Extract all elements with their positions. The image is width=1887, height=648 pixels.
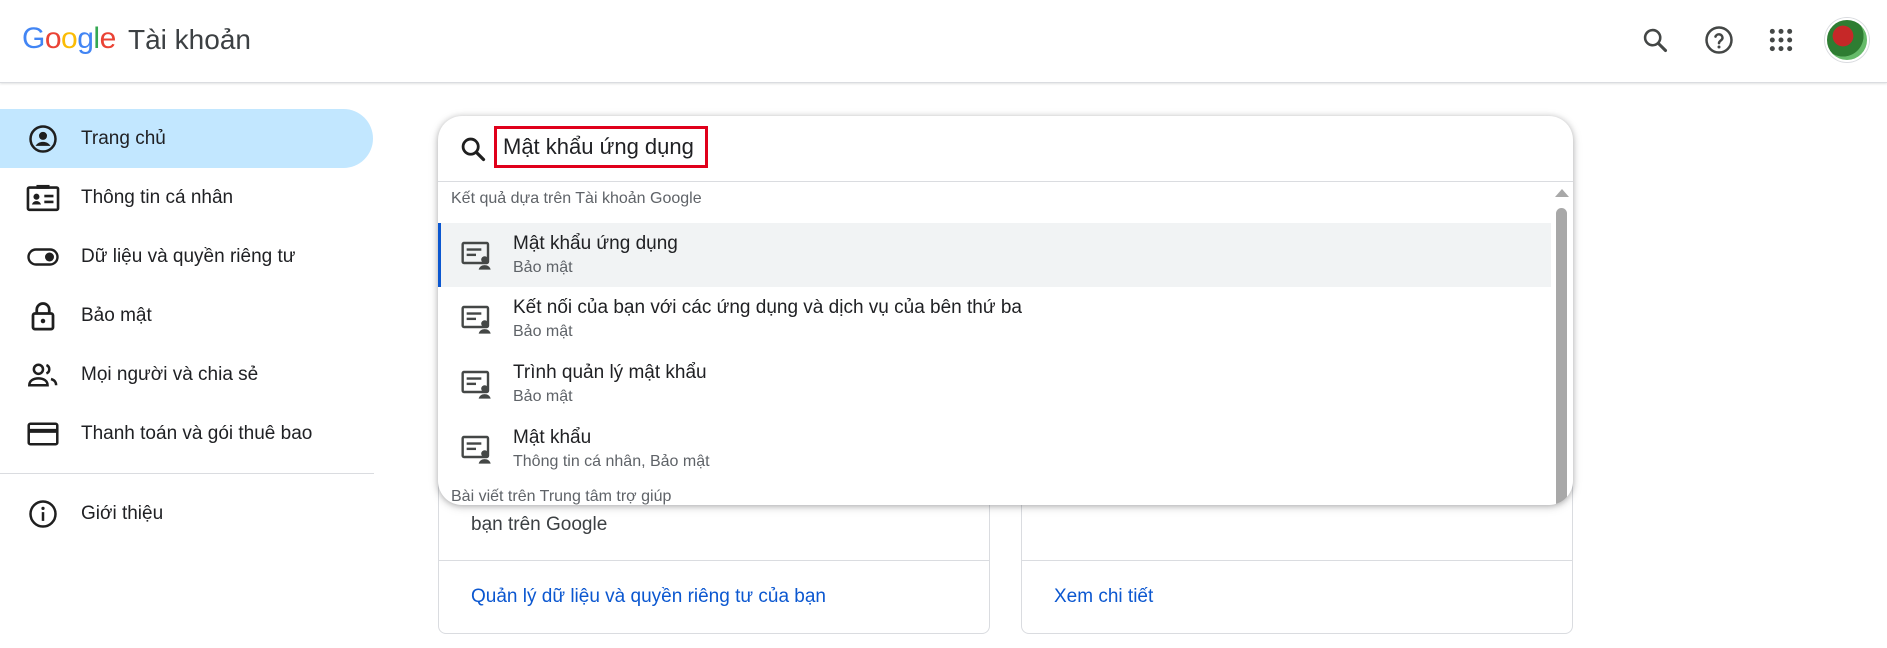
sidebar-item-label: Giới thiệu — [81, 502, 164, 524]
info-icon — [26, 497, 60, 531]
home-account-icon — [26, 122, 60, 156]
result-subtitle: Bảo mật — [513, 259, 573, 276]
result-subtitle: Bảo mật — [513, 323, 573, 340]
result-subtitle: Thông tin cá nhân, Bảo mật — [513, 453, 710, 470]
search-button[interactable] — [1633, 18, 1677, 62]
result-title: Mật khẩu — [513, 427, 592, 448]
apps-grid-icon — [1769, 28, 1793, 52]
sidebar-item-home[interactable]: Trang chủ — [0, 109, 373, 168]
result-title: Kết nối của bạn với các ứng dụng và dịch… — [513, 297, 1023, 318]
card-divider — [439, 560, 989, 561]
sidebar-item-label: Dữ liệu và quyền riêng tư — [81, 245, 296, 267]
logo-letter: o — [44, 22, 62, 55]
sidebar-item-payments[interactable]: Thanh toán và gói thuê bao — [0, 404, 374, 463]
credit-card-icon — [26, 417, 60, 451]
sidebar-item-label: Mọi người và chia sẻ — [81, 363, 259, 385]
search-result-item[interactable]: Kết nối của bạn với các ứng dụng và dịch… — [438, 287, 1551, 351]
people-icon — [26, 358, 60, 392]
search-result-item[interactable]: Trình quản lý mật khẩu Bảo mật — [438, 352, 1551, 416]
help-articles-header: Bài viết trên Trung tâm trợ giúp — [451, 488, 672, 505]
logo-letter: e — [99, 22, 117, 55]
scroll-up-arrow-icon[interactable] — [1555, 189, 1569, 197]
card-divider — [1022, 560, 1572, 561]
logo-letter: o — [61, 22, 78, 55]
account-setting-icon — [461, 370, 491, 399]
search-input[interactable] — [494, 126, 708, 168]
app-header: Google Tài khoản — [0, 0, 1887, 83]
sidebar-nav: Trang chủ Thông tin cá nhân Dữ liệu và q… — [0, 109, 374, 543]
scrollbar-thumb[interactable] — [1556, 208, 1567, 505]
avatar[interactable] — [1825, 18, 1869, 62]
search-icon — [456, 132, 490, 166]
google-logo[interactable]: Google — [22, 22, 116, 56]
logo-letter: G — [22, 22, 45, 55]
account-setting-icon — [461, 241, 491, 270]
privacy-card-text: bạn trên Google — [471, 514, 608, 535]
result-subtitle: Bảo mật — [513, 388, 573, 405]
account-setting-icon — [461, 305, 491, 334]
sidebar-item-label: Trang chủ — [81, 127, 166, 149]
result-title: Trình quản lý mật khẩu — [513, 362, 707, 383]
help-button[interactable] — [1697, 18, 1741, 62]
apps-button[interactable] — [1759, 18, 1803, 62]
account-setting-icon — [461, 435, 491, 464]
sidebar-item-security[interactable]: Bảo mật — [0, 286, 374, 345]
manage-privacy-link[interactable]: Quản lý dữ liệu và quyền riêng tư của bạ… — [471, 586, 826, 608]
sidebar-item-personal-info[interactable]: Thông tin cá nhân — [0, 168, 374, 227]
see-details-link[interactable]: Xem chi tiết — [1054, 586, 1153, 608]
sidebar-item-label: Bảo mật — [81, 304, 152, 326]
logo-letter: g — [77, 22, 94, 55]
search-bar — [438, 116, 1573, 182]
search-result-item[interactable]: Mật khẩu Thông tin cá nhân, Bảo mật — [438, 417, 1551, 481]
sidebar-item-people-sharing[interactable]: Mọi người và chia sẻ — [0, 345, 374, 404]
search-dropdown: Kết quả dựa trên Tài khoản Google Mật kh… — [438, 116, 1573, 505]
id-card-icon — [26, 181, 60, 215]
search-result-item[interactable]: Mật khẩu ứng dụng Bảo mật — [438, 223, 1551, 287]
sidebar-item-label: Thông tin cá nhân — [81, 186, 234, 208]
search-icon — [1643, 28, 1668, 53]
result-title: Mật khẩu ứng dụng — [513, 233, 678, 254]
toggle-icon — [26, 240, 60, 274]
results-header: Kết quả dựa trên Tài khoản Google — [451, 190, 702, 207]
sidebar-item-data-privacy[interactable]: Dữ liệu và quyền riêng tư — [0, 227, 374, 286]
product-name[interactable]: Tài khoản — [128, 24, 251, 56]
sidebar-divider — [0, 473, 374, 474]
lock-icon — [26, 299, 60, 333]
sidebar-item-label: Thanh toán và gói thuê bao — [81, 422, 313, 444]
help-icon — [1705, 26, 1733, 54]
sidebar-item-about[interactable]: Giới thiệu — [0, 484, 374, 543]
